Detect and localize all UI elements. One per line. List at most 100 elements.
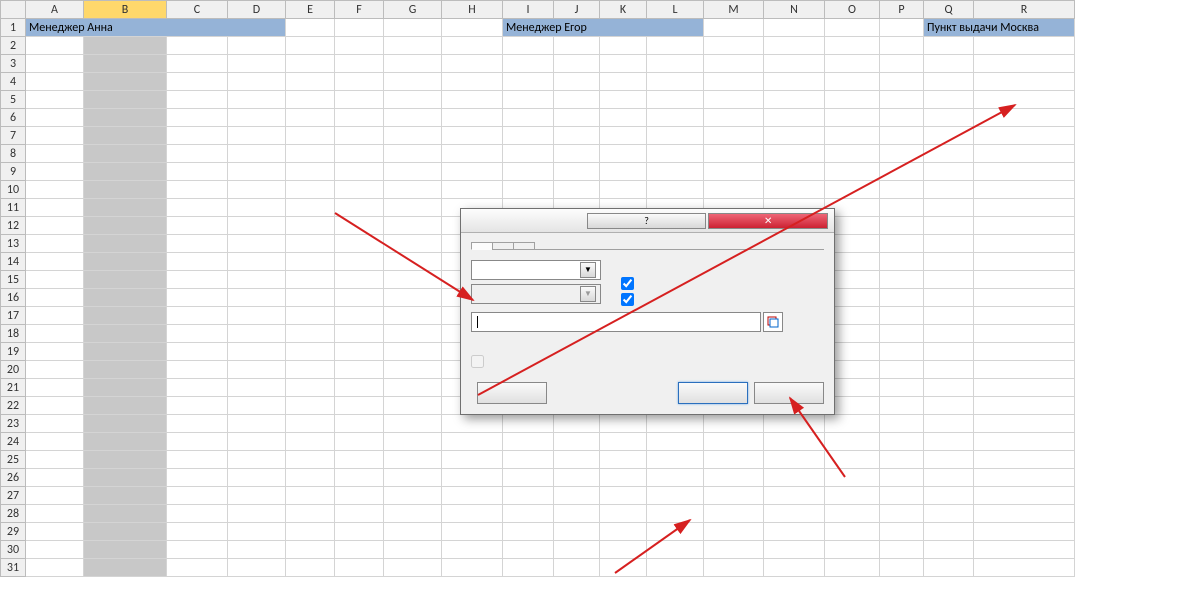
cell[interactable] [924,145,974,163]
cell[interactable] [84,379,167,397]
cell[interactable] [974,73,1075,91]
column-header[interactable]: M [704,1,764,19]
cell[interactable] [442,523,503,541]
cell[interactable] [286,325,335,343]
cell[interactable] [26,307,84,325]
cell[interactable] [335,271,384,289]
cell[interactable] [286,379,335,397]
cell[interactable] [600,127,647,145]
cell[interactable] [974,127,1075,145]
cell[interactable] [26,217,84,235]
cell[interactable] [228,541,286,559]
cell[interactable] [924,271,974,289]
cell[interactable] [924,397,974,415]
cell[interactable] [384,181,442,199]
cell[interactable] [384,127,442,145]
cell[interactable] [442,127,503,145]
cell[interactable] [825,505,880,523]
cell[interactable] [503,415,554,433]
cell[interactable] [228,397,286,415]
cell[interactable] [335,559,384,577]
cell[interactable] [554,109,600,127]
cell[interactable] [880,523,924,541]
cell[interactable] [554,145,600,163]
column-header[interactable]: H [442,1,503,19]
source-input[interactable] [471,312,761,332]
cell[interactable] [554,433,600,451]
cell[interactable] [704,505,764,523]
cell[interactable] [974,397,1075,415]
column-header[interactable]: P [880,1,924,19]
cell[interactable] [704,55,764,73]
cell[interactable] [384,451,442,469]
cell[interactable] [167,91,228,109]
cell[interactable] [600,469,647,487]
clear-all-button[interactable] [477,382,547,404]
cell[interactable] [384,217,442,235]
row-header[interactable]: 14 [1,253,26,271]
cell[interactable] [384,343,442,361]
cell[interactable] [286,91,335,109]
cell[interactable] [704,433,764,451]
cell[interactable] [286,73,335,91]
cell[interactable] [647,415,704,433]
cell[interactable] [924,37,974,55]
cell[interactable] [286,487,335,505]
row-header[interactable]: 25 [1,451,26,469]
cell[interactable] [228,145,286,163]
cell[interactable] [335,163,384,181]
cell[interactable] [228,199,286,217]
cell[interactable] [26,109,84,127]
cell[interactable] [704,487,764,505]
cell[interactable] [880,127,924,145]
cell[interactable] [924,361,974,379]
cell[interactable] [84,127,167,145]
column-header[interactable]: R [974,1,1075,19]
cell[interactable] [167,307,228,325]
cell[interactable] [228,271,286,289]
cell[interactable] [26,523,84,541]
row-header[interactable]: 17 [1,307,26,325]
cell[interactable] [167,433,228,451]
cell[interactable] [286,109,335,127]
cell[interactable] [384,559,442,577]
cell[interactable] [167,37,228,55]
cell[interactable] [26,235,84,253]
cell[interactable] [503,487,554,505]
cell[interactable] [974,343,1075,361]
cell[interactable] [384,163,442,181]
cell[interactable] [167,199,228,217]
cell[interactable] [167,235,228,253]
row-header[interactable]: 30 [1,541,26,559]
cell[interactable] [335,235,384,253]
cell[interactable] [825,451,880,469]
cell[interactable] [764,181,825,199]
cell[interactable] [924,109,974,127]
cell[interactable] [503,433,554,451]
cell[interactable] [442,415,503,433]
cell[interactable] [704,559,764,577]
cell[interactable] [228,73,286,91]
cell[interactable] [286,145,335,163]
cell[interactable] [974,91,1075,109]
cell[interactable] [286,289,335,307]
cell[interactable] [228,217,286,235]
cell[interactable] [764,91,825,109]
cell[interactable] [764,73,825,91]
cell[interactable] [647,469,704,487]
cell[interactable] [974,181,1075,199]
close-button[interactable]: ✕ [708,213,828,229]
cell[interactable] [335,523,384,541]
cell[interactable] [880,307,924,325]
row-header[interactable]: 22 [1,397,26,415]
cell[interactable] [384,397,442,415]
row-header[interactable]: 28 [1,505,26,523]
cell[interactable] [974,199,1075,217]
row-header[interactable]: 19 [1,343,26,361]
cell[interactable] [167,271,228,289]
cell[interactable] [503,109,554,127]
cell[interactable] [880,163,924,181]
cell[interactable] [84,397,167,415]
cell[interactable] [764,163,825,181]
cell[interactable] [924,379,974,397]
